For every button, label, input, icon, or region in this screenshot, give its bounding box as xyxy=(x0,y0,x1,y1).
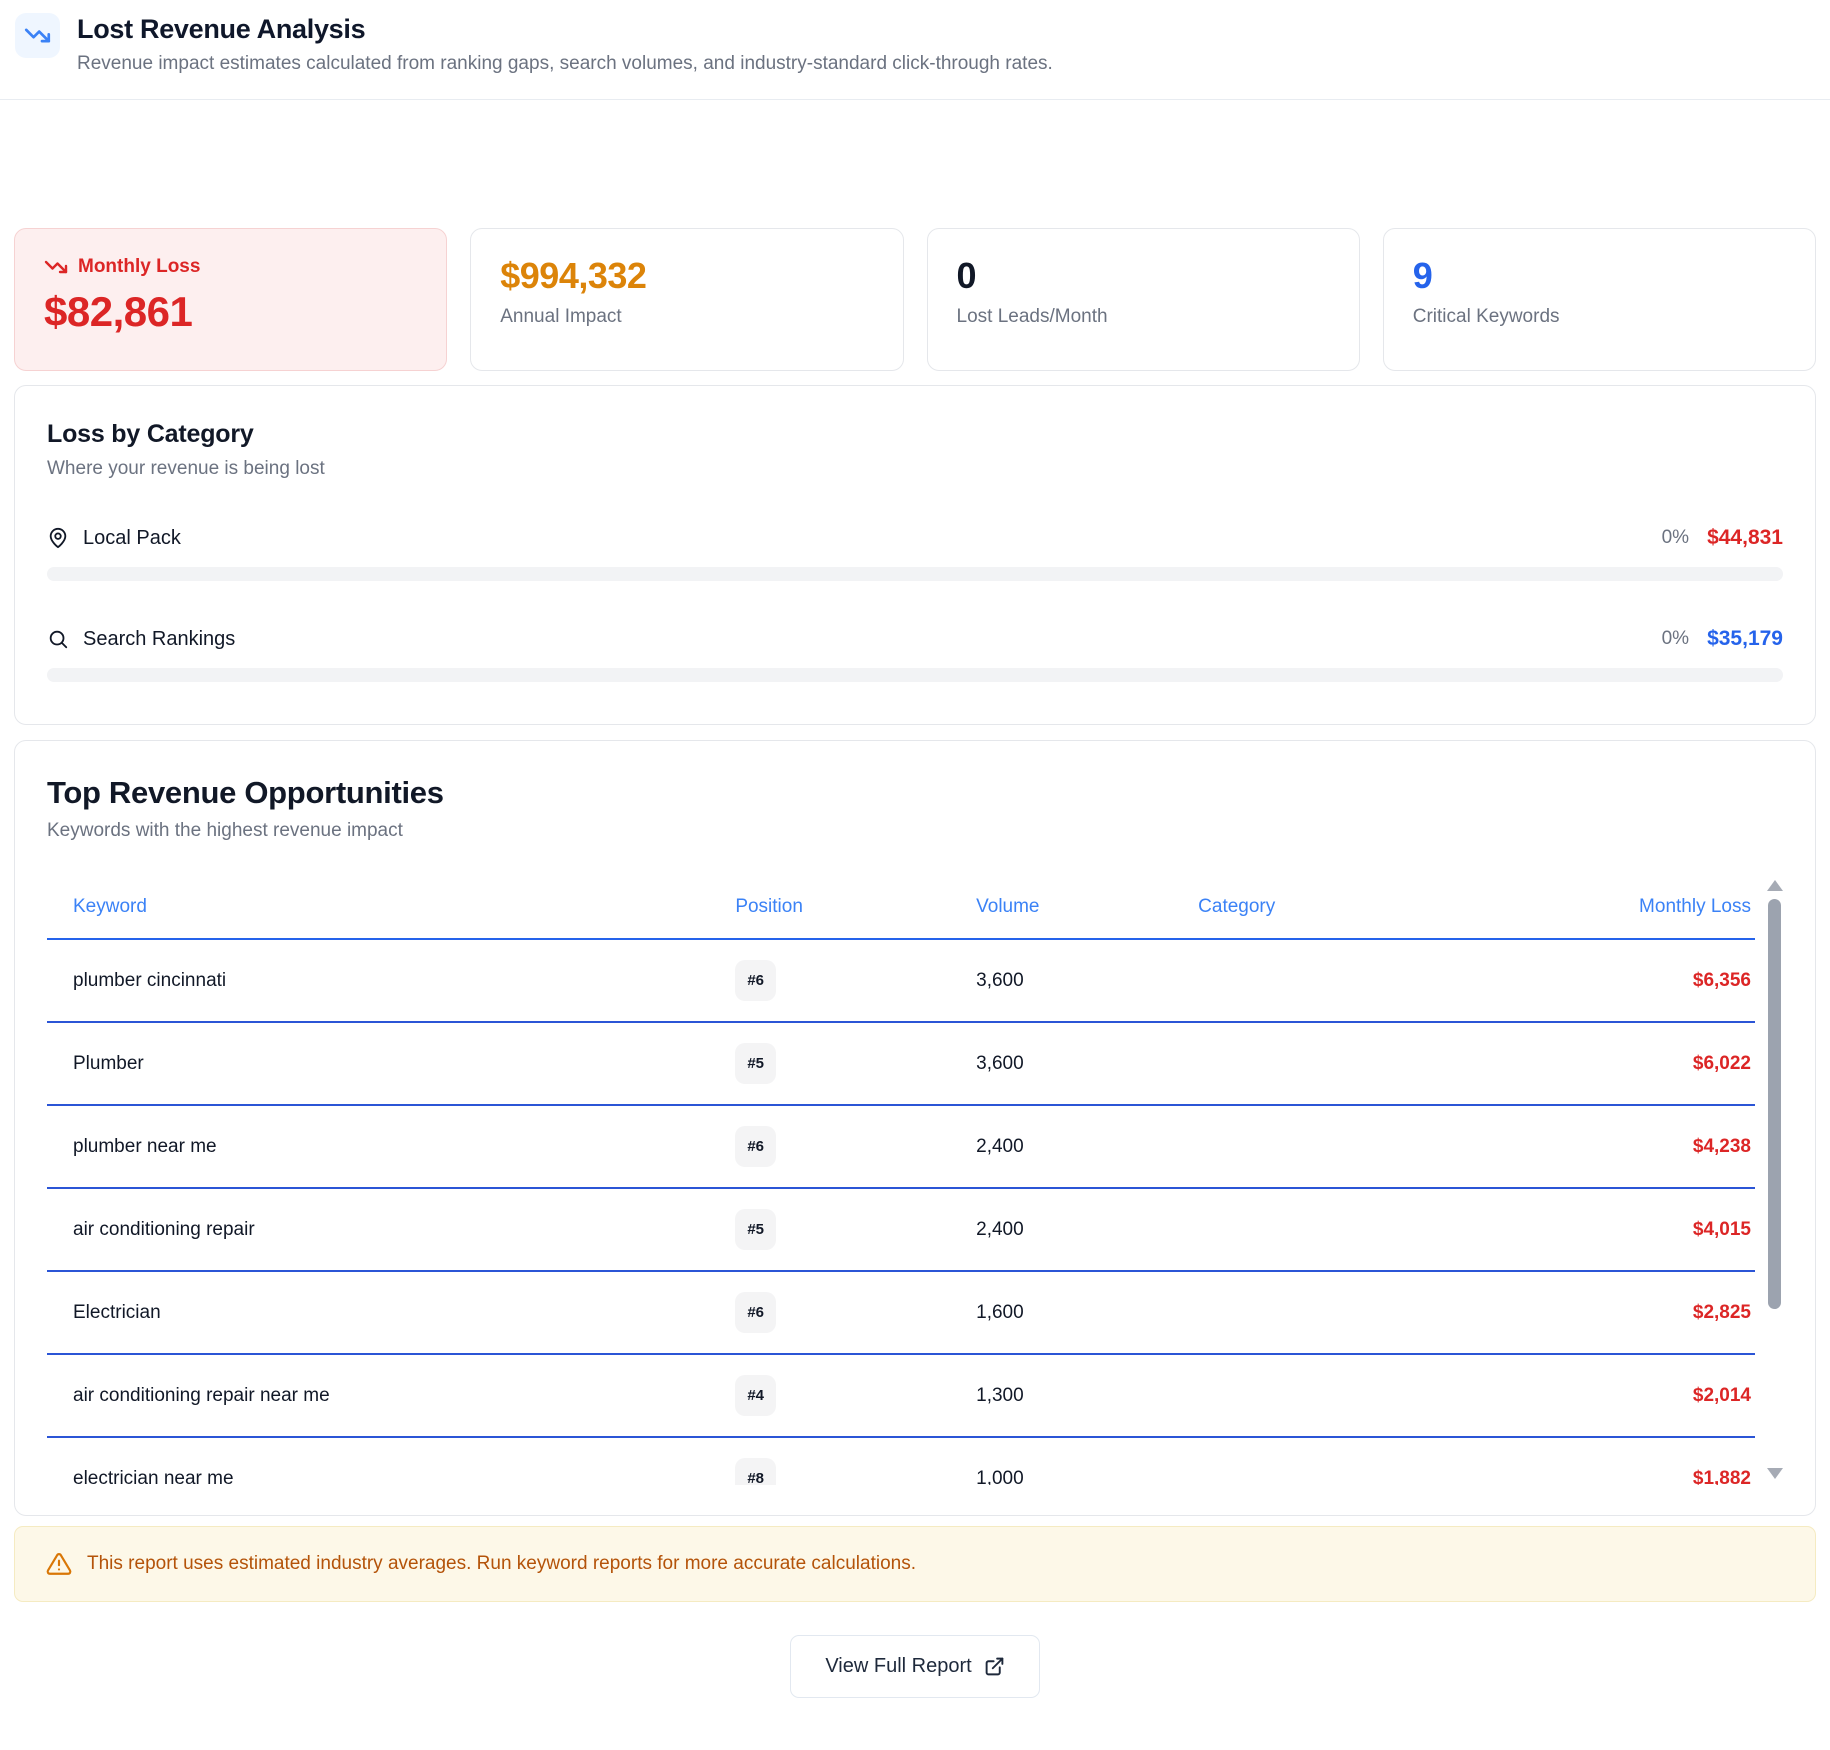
trending-down-icon xyxy=(44,255,68,279)
scrollbar-track[interactable] xyxy=(1768,895,1781,1464)
volume-cell: 2,400 xyxy=(976,1136,1198,1158)
view-full-report-button[interactable]: View Full Report xyxy=(790,1635,1039,1698)
column-header-keyword[interactable]: Keyword xyxy=(47,896,735,918)
table-row: Electrician #6 1,600 $2,825 xyxy=(47,1272,1755,1355)
stat-label: Monthly Loss xyxy=(78,256,200,278)
section-title: Loss by Category xyxy=(47,420,1783,449)
volume-cell: 1,000 xyxy=(976,1468,1198,1486)
button-label: View Full Report xyxy=(825,1655,971,1678)
category-percent: 0% xyxy=(1662,628,1689,650)
volume-cell: 3,600 xyxy=(976,970,1198,992)
column-header-category[interactable]: Category xyxy=(1198,896,1476,918)
monthly-loss-cell: $1,882 xyxy=(1477,1468,1755,1486)
position-badge: #5 xyxy=(735,1043,776,1084)
category-percent: 0% xyxy=(1662,527,1689,549)
monthly-loss-cell: $4,015 xyxy=(1477,1219,1755,1241)
volume-cell: 1,600 xyxy=(976,1302,1198,1324)
table-row: air conditioning repair near me #4 1,300… xyxy=(47,1355,1755,1438)
opportunities-table-viewport[interactable]: plumber cincinnati #6 3,600 $6,356 Plumb… xyxy=(47,940,1755,1485)
position-badge: #4 xyxy=(735,1375,776,1416)
table-row: plumber near me #6 2,400 $4,238 xyxy=(47,1106,1755,1189)
category-label: Local Pack xyxy=(83,527,181,550)
stat-label: Lost Leads/Month xyxy=(957,306,1330,328)
keyword-cell: Electrician xyxy=(47,1302,735,1324)
table-row: air conditioning repair #5 2,400 $4,015 xyxy=(47,1189,1755,1272)
progress-bar xyxy=(47,567,1783,581)
search-icon xyxy=(47,628,69,650)
top-revenue-opportunities-card: Top Revenue Opportunities Keywords with … xyxy=(14,740,1816,1516)
page-title: Lost Revenue Analysis xyxy=(77,13,1053,45)
table-row: Plumber #5 3,600 $6,022 xyxy=(47,1023,1755,1106)
loss-by-category-card: Loss by Category Where your revenue is b… xyxy=(14,385,1816,725)
stat-value: $82,861 xyxy=(44,288,417,336)
keyword-cell: air conditioning repair xyxy=(47,1219,735,1241)
keyword-cell: Plumber xyxy=(47,1053,735,1075)
keyword-cell: plumber near me xyxy=(47,1136,735,1158)
volume-cell: 1,300 xyxy=(976,1385,1198,1407)
stat-label: Annual Impact xyxy=(500,306,873,328)
category-row-search-rankings: Search Rankings 0% $35,179 xyxy=(47,627,1783,651)
progress-bar xyxy=(47,668,1783,682)
stat-card-lost-leads: 0 Lost Leads/Month xyxy=(927,228,1360,371)
table-row: plumber cincinnati #6 3,600 $6,356 xyxy=(47,940,1755,1023)
table-header-row: Keyword Position Volume Category Monthly… xyxy=(47,876,1755,940)
monthly-loss-cell: $6,356 xyxy=(1477,970,1755,992)
scroll-down-arrow-icon[interactable] xyxy=(1767,1468,1783,1479)
map-pin-icon xyxy=(47,527,69,549)
warning-triangle-icon xyxy=(46,1551,72,1577)
keyword-cell: air conditioning repair near me xyxy=(47,1385,735,1407)
stat-value: 0 xyxy=(957,255,1330,297)
category-amount: $44,831 xyxy=(1707,526,1783,550)
volume-cell: 2,400 xyxy=(976,1219,1198,1241)
volume-cell: 3,600 xyxy=(976,1053,1198,1075)
category-amount: $35,179 xyxy=(1707,627,1783,651)
position-badge: #5 xyxy=(735,1209,776,1250)
disclaimer-text: This report uses estimated industry aver… xyxy=(87,1553,916,1575)
column-header-volume[interactable]: Volume xyxy=(976,896,1198,918)
stat-card-critical-keywords: 9 Critical Keywords xyxy=(1383,228,1816,371)
category-label: Search Rankings xyxy=(83,628,235,651)
column-header-monthly-loss[interactable]: Monthly Loss xyxy=(1477,896,1755,918)
stat-label: Critical Keywords xyxy=(1413,306,1786,328)
position-badge: #6 xyxy=(735,960,776,1001)
keyword-cell: electrician near me xyxy=(47,1468,735,1486)
monthly-loss-cell: $2,014 xyxy=(1477,1385,1755,1407)
keyword-cell: plumber cincinnati xyxy=(47,970,735,992)
monthly-loss-cell: $2,825 xyxy=(1477,1302,1755,1324)
category-row-local-pack: Local Pack 0% $44,831 xyxy=(47,526,1783,550)
stat-card-monthly-loss: Monthly Loss $82,861 xyxy=(14,228,447,371)
scrollbar-thumb[interactable] xyxy=(1768,899,1781,1309)
position-badge: #6 xyxy=(735,1292,776,1333)
stat-card-annual-impact: $994,332 Annual Impact xyxy=(470,228,903,371)
stat-value: 9 xyxy=(1413,255,1786,297)
opportunities-table: Keyword Position Volume Category Monthly… xyxy=(47,876,1783,1485)
monthly-loss-cell: $6,022 xyxy=(1477,1053,1755,1075)
position-badge: #6 xyxy=(735,1126,776,1167)
section-subtitle: Where your revenue is being lost xyxy=(47,458,1783,480)
section-subtitle: Keywords with the highest revenue impact xyxy=(47,820,1783,842)
trending-down-icon xyxy=(15,13,60,58)
scroll-up-arrow-icon[interactable] xyxy=(1767,880,1783,891)
table-row: electrician near me #8 1,000 $1,882 xyxy=(47,1438,1755,1485)
page-subtitle: Revenue impact estimates calculated from… xyxy=(77,53,1053,75)
column-header-position[interactable]: Position xyxy=(735,896,976,918)
position-badge: #8 xyxy=(735,1458,776,1485)
table-scrollbar[interactable] xyxy=(1766,876,1783,1485)
external-link-icon xyxy=(984,1656,1005,1677)
stat-value: $994,332 xyxy=(500,255,873,297)
report-header: Lost Revenue Analysis Revenue impact est… xyxy=(0,0,1830,100)
monthly-loss-cell: $4,238 xyxy=(1477,1136,1755,1158)
stat-cards-row: Monthly Loss $82,861 $994,332 Annual Imp… xyxy=(14,228,1816,371)
section-title: Top Revenue Opportunities xyxy=(47,775,1783,811)
disclaimer-banner: This report uses estimated industry aver… xyxy=(14,1526,1816,1602)
